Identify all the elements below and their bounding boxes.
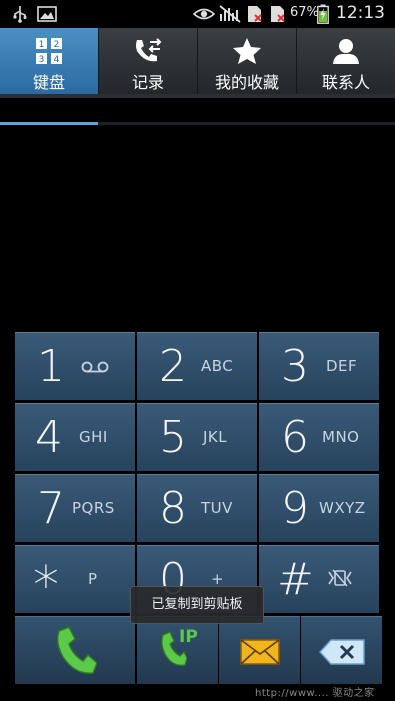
battery-percent: 67%	[290, 5, 319, 20]
ip-label: IP	[179, 627, 198, 647]
phone-call-icon	[53, 625, 98, 681]
tab-label: 我的收藏	[214, 73, 279, 92]
backspace-icon	[318, 639, 365, 669]
key-digit: #	[277, 554, 314, 605]
star-icon	[198, 36, 296, 66]
key-digit: 7	[37, 483, 65, 534]
key-digit: 8	[159, 483, 187, 534]
key-letters: MNO	[322, 428, 360, 446]
svg-text:1: 1	[39, 40, 45, 50]
tab-label: 键盘	[32, 73, 65, 92]
key-letters: WXYZ	[319, 499, 366, 517]
delete-button[interactable]	[301, 616, 382, 684]
key-5[interactable]: 5 JKL	[137, 403, 257, 471]
key-letters: GHI	[79, 428, 108, 446]
key-7[interactable]: 7 PQRS	[15, 474, 135, 542]
key-letters: PQRS	[72, 499, 115, 517]
clipboard-toast: 已复制到剪贴板	[130, 586, 264, 624]
battery-charging-icon	[316, 4, 330, 24]
tab-contacts[interactable]: 联系人	[297, 28, 395, 94]
ip-call-button[interactable]: IP	[137, 616, 218, 684]
tab-call-log[interactable]: 记录	[99, 28, 198, 94]
key-letters: P	[88, 570, 98, 588]
key-digit: 2	[159, 341, 187, 392]
key-3[interactable]: 3 DEF	[259, 332, 379, 400]
key-digit: 6	[281, 412, 309, 463]
status-bar: 67% 12:13	[0, 0, 395, 28]
key-letters: JKL	[203, 428, 228, 446]
key-1[interactable]: 1	[15, 332, 135, 400]
svg-text:4: 4	[54, 55, 60, 65]
image-icon	[36, 4, 58, 24]
voicemail-icon	[81, 359, 109, 378]
svg-text:2: 2	[54, 40, 60, 50]
key-letters: DEF	[326, 357, 358, 375]
usb-icon	[12, 4, 28, 24]
tab-label: 联系人	[321, 73, 370, 92]
key-digit: 4	[35, 412, 63, 463]
message-button[interactable]	[219, 616, 300, 684]
key-hash[interactable]: #	[259, 545, 379, 613]
call-button[interactable]	[15, 616, 135, 684]
active-tab-indicator	[0, 122, 98, 125]
call-log-icon	[99, 36, 197, 66]
key-star[interactable]: * P	[15, 545, 135, 616]
key-letters: ABC	[201, 357, 234, 375]
tab-favorites[interactable]: 我的收藏	[198, 28, 297, 94]
key-6[interactable]: 6 MNO	[259, 403, 379, 471]
key-digit: 5	[159, 412, 187, 463]
keypad-icon: 1 2 3 4	[0, 36, 98, 66]
sim-error-icon	[269, 4, 287, 24]
key-4[interactable]: 4 GHI	[15, 403, 135, 471]
eye-icon	[193, 4, 215, 24]
silent-mode-icon	[327, 568, 353, 592]
key-digit: 9	[281, 483, 309, 534]
envelope-icon	[240, 639, 280, 669]
svg-text:3: 3	[39, 55, 45, 65]
tab-keypad[interactable]: 1 2 3 4 键盘	[0, 28, 99, 94]
key-8[interactable]: 8 TUV	[137, 474, 257, 542]
key-digit: *	[33, 556, 59, 616]
key-9[interactable]: 9 WXYZ	[259, 474, 379, 542]
clock: 12:13	[336, 3, 385, 23]
key-digit: 1	[37, 341, 65, 392]
key-2[interactable]: 2 ABC	[137, 332, 257, 400]
sim-error-icon	[246, 4, 264, 24]
tab-bar: 1 2 3 4 键盘 记录 我的收藏 联系人	[0, 28, 395, 125]
tab-label: 记录	[131, 73, 164, 92]
key-letters: TUV	[201, 499, 233, 517]
key-digit: 3	[281, 341, 309, 392]
watermark: http://www.... 驱动之家	[255, 688, 375, 699]
signal-muted-icon	[219, 4, 241, 24]
contact-icon	[297, 36, 395, 66]
